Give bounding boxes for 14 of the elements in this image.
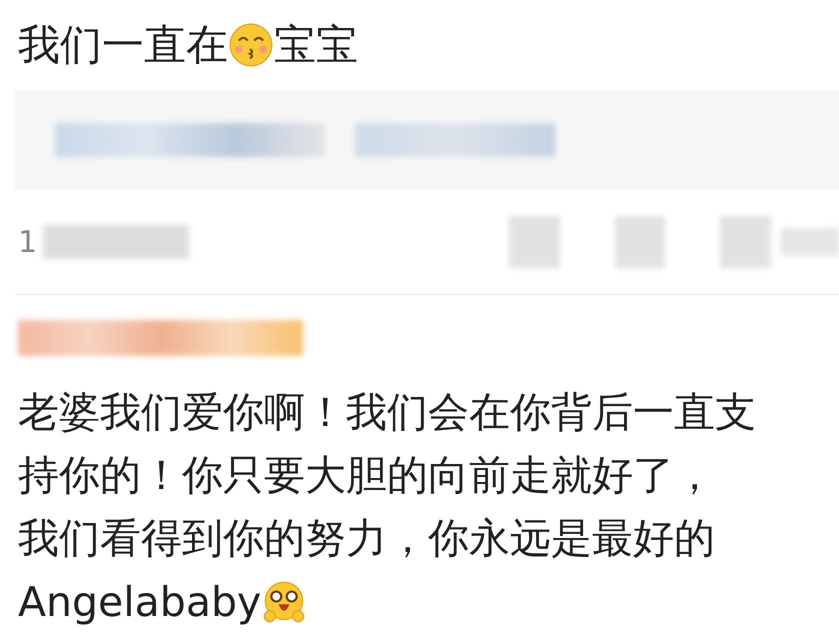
kissing-face-icon: [229, 23, 273, 67]
count-text: 1: [18, 224, 38, 260]
comment-text: 我们看得到你的努力，你永远是最好的: [18, 513, 715, 564]
blurred-icon: [614, 216, 666, 268]
quoted-post-card[interactable]: [15, 90, 839, 190]
comment-text: 持你的！你只要大胆的向前走就好了，: [18, 450, 715, 501]
comment-text: Angelababy: [18, 578, 262, 626]
post-text: 我们一直在: [18, 19, 228, 71]
blurred-icon: [508, 216, 560, 268]
comment-text: 老婆我们爱你啊！我们会在你背后一直支: [18, 387, 756, 438]
post-text: 宝宝: [274, 19, 358, 71]
blurred-icon: [720, 216, 771, 268]
blurred-text: [780, 228, 839, 256]
excited-face-icon: [262, 580, 306, 624]
